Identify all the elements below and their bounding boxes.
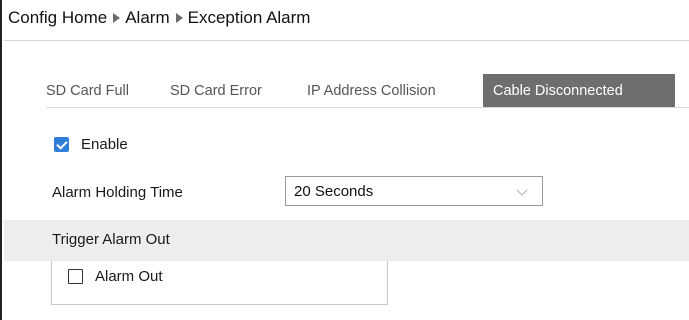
enable-label: Enable	[81, 136, 128, 153]
alarm-out-row: Alarm Out	[68, 268, 163, 285]
tab-ip-address-collision[interactable]: IP Address Collision	[307, 74, 490, 108]
tab-sd-card-error[interactable]: SD Card Error	[170, 74, 307, 108]
breadcrumb-separator-icon	[175, 13, 183, 23]
alarm-out-box: Alarm Out	[51, 261, 388, 305]
alarm-out-label: Alarm Out	[95, 268, 163, 285]
breadcrumb-alarm[interactable]: Alarm	[125, 8, 169, 28]
breadcrumb: Config Home Alarm Exception Alarm	[8, 8, 310, 28]
section-title: Trigger Alarm Out	[52, 231, 170, 248]
tab-bar: SD Card Full SD Card Error IP Address Co…	[46, 74, 675, 108]
enable-checkbox[interactable]	[54, 137, 69, 152]
chevron-down-icon	[516, 184, 528, 196]
alarm-holding-time-label: Alarm Holding Time	[52, 184, 183, 201]
tab-cable-disconnected[interactable]: Cable Disconnected	[483, 74, 675, 108]
trigger-alarm-out-section: Trigger Alarm Out	[4, 220, 689, 261]
alarm-holding-time-select[interactable]: 20 Seconds	[285, 176, 543, 206]
alarm-holding-time-value: 20 Seconds	[294, 183, 374, 200]
breadcrumb-config-home[interactable]: Config Home	[8, 8, 107, 28]
breadcrumb-exception-alarm: Exception Alarm	[187, 8, 311, 27]
header-divider	[4, 40, 689, 41]
alarm-out-checkbox[interactable]	[68, 269, 83, 284]
tab-sd-card-full[interactable]: SD Card Full	[46, 74, 170, 108]
config-panel: Config Home Alarm Exception Alarm SD Car…	[0, 0, 689, 320]
tabs-divider	[46, 107, 689, 108]
enable-row: Enable	[54, 136, 128, 153]
breadcrumb-separator-icon	[113, 13, 121, 23]
